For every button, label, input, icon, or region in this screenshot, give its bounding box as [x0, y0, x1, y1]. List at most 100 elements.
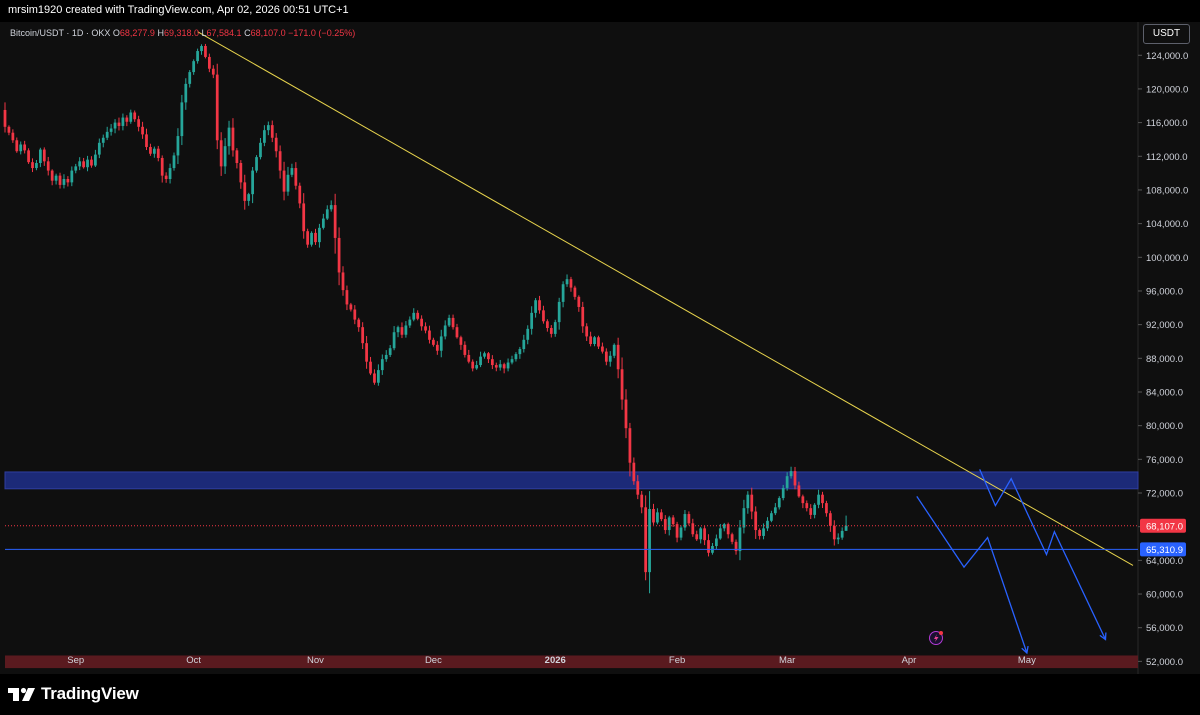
candle-body: [78, 161, 82, 167]
candle-body: [408, 319, 412, 326]
candle-body: [494, 365, 498, 368]
candle-body: [125, 117, 129, 122]
candle-body: [542, 310, 545, 322]
candle-body: [467, 354, 471, 362]
candle-body: [133, 112, 137, 120]
candle-body: [314, 232, 317, 243]
candle-body: [400, 327, 404, 335]
notification-dot: [939, 631, 943, 635]
y-tick-label: 124,000.0: [1146, 51, 1188, 62]
candle-body: [644, 507, 648, 573]
candle-body: [3, 109, 7, 127]
candle-body: [703, 528, 706, 541]
candle-body: [152, 148, 156, 154]
candlestick-chart[interactable]: 52,000.056,000.060,000.064,000.068,000.0…: [0, 0, 1200, 715]
candle-body: [754, 511, 758, 531]
candle-body: [656, 512, 659, 523]
candle-body: [412, 312, 416, 320]
candle-body: [176, 136, 180, 156]
candle-body: [840, 530, 844, 538]
y-tick-label: 64,000.0: [1146, 556, 1183, 567]
candle-body: [561, 284, 565, 302]
candle-body: [432, 339, 435, 345]
candle-body: [730, 534, 734, 542]
level-price-label: 65,310.9: [1146, 545, 1183, 556]
candle-body: [490, 359, 494, 366]
candle-body: [604, 351, 608, 362]
candle-body: [687, 514, 691, 524]
candle-body: [534, 300, 537, 313]
candle-body: [259, 142, 262, 158]
high-value: 69,318.0: [163, 28, 199, 38]
candle-body: [333, 205, 337, 238]
candle-body: [82, 161, 85, 168]
y-tick-label: 72,000.0: [1146, 489, 1183, 500]
candle-body: [396, 327, 400, 333]
candle-body: [227, 127, 231, 147]
candle-body: [129, 112, 133, 122]
candle-body: [294, 168, 298, 186]
candle-body: [518, 349, 522, 355]
candle-body: [777, 498, 781, 508]
candle-body: [168, 168, 172, 180]
candle-body: [62, 179, 66, 185]
candle-body: [357, 319, 361, 328]
x-tick-label: Sep: [67, 655, 84, 666]
y-tick-label: 104,000.0: [1146, 219, 1188, 230]
candle-body: [247, 194, 251, 201]
candle-body: [785, 476, 789, 488]
candle-body: [451, 317, 455, 328]
candle-body: [506, 362, 510, 369]
candle-body: [321, 218, 325, 228]
candle-body: [699, 528, 703, 540]
candle-body: [58, 175, 62, 185]
close-value: 68,107.0: [250, 28, 286, 38]
candle-body: [11, 132, 15, 141]
x-tick-label: Apr: [902, 655, 917, 666]
candle-body: [750, 494, 754, 512]
y-tick-label: 92,000.0: [1146, 320, 1183, 331]
candle-body: [455, 327, 459, 338]
candle-body: [589, 336, 592, 345]
candle-body: [239, 163, 243, 183]
candle-body: [204, 45, 207, 57]
candle-body: [54, 175, 58, 181]
candle-body: [31, 162, 34, 169]
candle-body: [274, 137, 278, 152]
y-tick-label: 112,000.0: [1146, 152, 1188, 163]
candle-body: [369, 361, 372, 374]
candle-body: [388, 348, 392, 355]
candle-body: [801, 496, 805, 504]
currency-button[interactable]: USDT: [1143, 24, 1190, 44]
candle-body: [392, 332, 396, 349]
candle-body: [428, 330, 431, 340]
candle-body: [597, 337, 600, 347]
candle-body: [628, 428, 632, 463]
candle-body: [365, 343, 368, 362]
tradingview-logo[interactable]: TradingView: [8, 683, 139, 705]
candle-body: [384, 354, 388, 360]
candle-body: [416, 312, 420, 319]
candle-body: [738, 527, 742, 552]
candle-body: [361, 327, 365, 344]
candle-body: [640, 494, 644, 508]
candle-body: [310, 232, 313, 245]
candle-body: [483, 353, 486, 357]
y-tick-label: 100,000.0: [1146, 253, 1188, 264]
candle-body: [74, 166, 78, 171]
candle-body: [844, 525, 848, 531]
candle-body: [601, 346, 604, 352]
candle-body: [172, 155, 176, 169]
candle-body: [648, 509, 651, 573]
candle-body: [538, 300, 541, 311]
candle-body: [663, 519, 667, 531]
candle-body: [612, 344, 616, 356]
candle-body: [70, 170, 74, 183]
candle-body: [522, 339, 526, 350]
x-tick-label: 2026: [545, 655, 566, 666]
candle-body: [565, 279, 569, 285]
candle-body: [192, 61, 196, 73]
tradingview-brand: TradingView: [41, 684, 139, 703]
candle-body: [90, 159, 93, 166]
candle-body: [35, 163, 38, 169]
